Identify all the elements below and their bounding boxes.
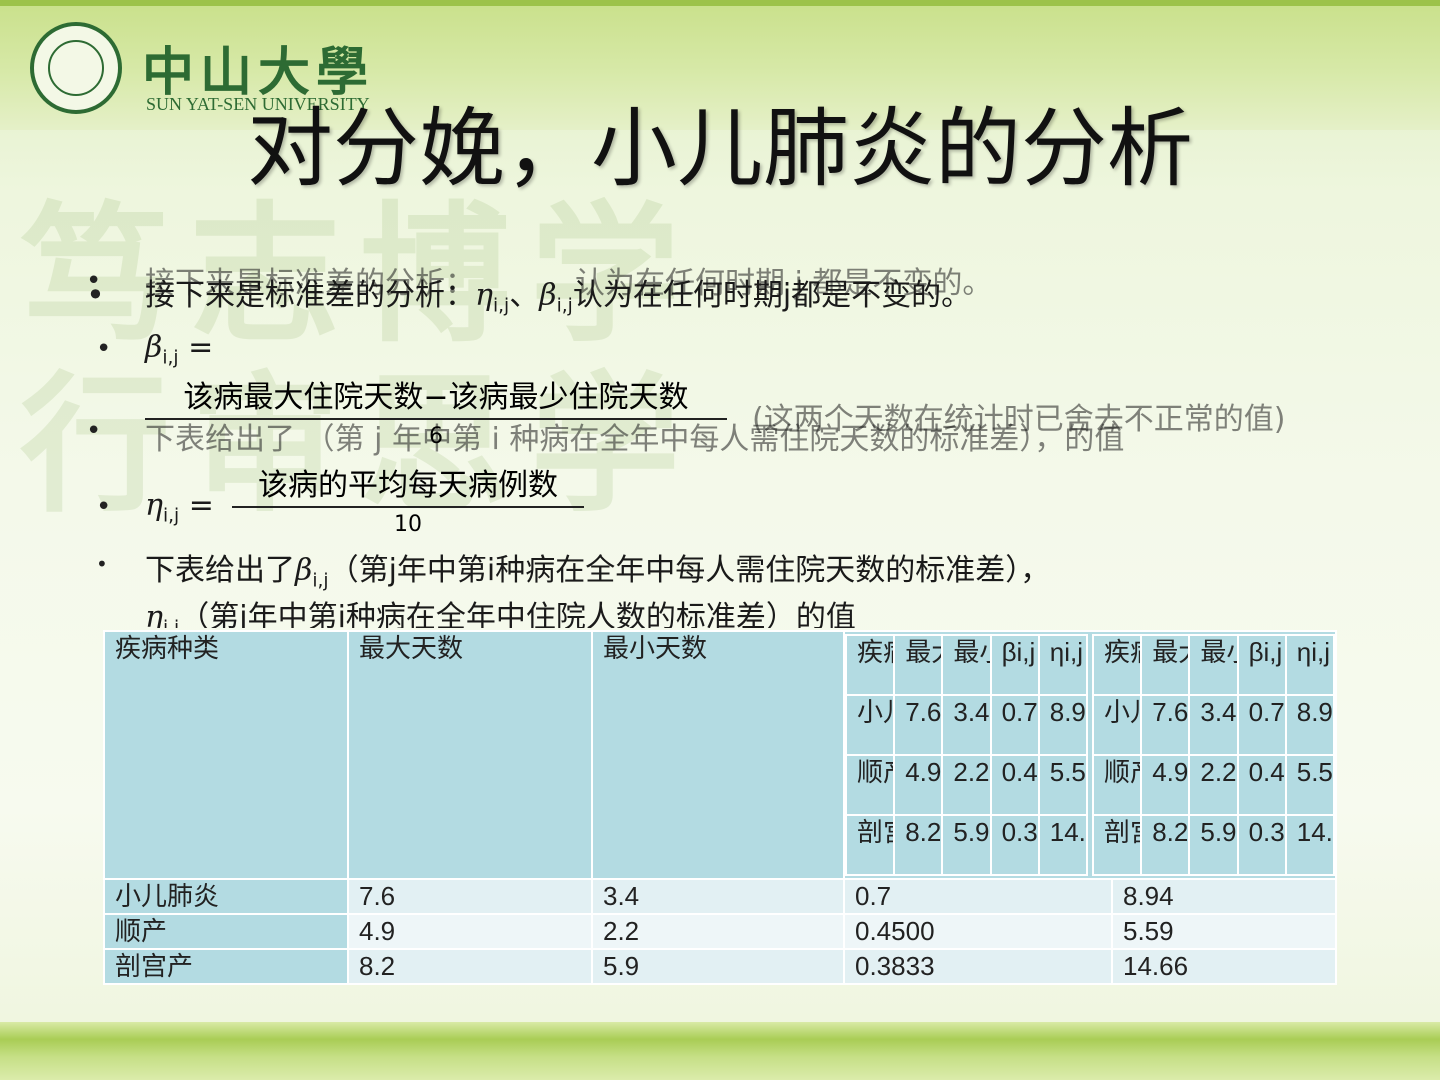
header-min-days: 最小天数 bbox=[591, 630, 845, 880]
beta-denominator: 6 bbox=[429, 424, 443, 449]
beta-label: βi,j = bbox=[145, 330, 213, 369]
beta-formula-symbol: β bbox=[145, 330, 163, 365]
beta-numerator: 该病最大住院天数−该病最少住院天数 bbox=[145, 372, 727, 420]
beta-subscript: i,j bbox=[556, 295, 573, 317]
intro-line: 接下来是标准差的分析：ηi,j、βi,j认为在任何时期j都是不变的。 bbox=[145, 270, 971, 317]
bullet-1: • bbox=[86, 276, 105, 314]
table-intro-c: （第j年中第i种病在全年中住院人数的标准差）的值 bbox=[179, 600, 856, 628]
mini-table-right: 疾病种类最大天数最小天数βi,jηi,j 小儿肺炎7.63.40.78.94 顺… bbox=[1091, 634, 1336, 876]
table-intro-b: （第j年中第i种病在全年中每人需住院天数的标准差）， bbox=[328, 553, 1051, 588]
bullet-4: • bbox=[96, 552, 108, 576]
disease-table: 疾病种类 最大天数 最小天数 疾病种类最大天数最小天数βi,jηi,j 小儿肺炎… bbox=[103, 630, 1337, 985]
beta-equals: = bbox=[188, 330, 214, 365]
min-days-value: 5.9 bbox=[591, 948, 845, 985]
beta-value: 0.4500 bbox=[843, 913, 1113, 950]
table-row: 小儿肺炎 7.6 3.4 0.7 8.94 bbox=[103, 878, 1337, 915]
min-days-value: 2.2 bbox=[591, 913, 845, 950]
table-intro-eta-sub: i,j bbox=[162, 617, 180, 629]
beta-value: 0.3833 bbox=[843, 948, 1113, 985]
eta-formula-symbol: η bbox=[145, 488, 163, 523]
header-top-line bbox=[0, 0, 1440, 6]
eta-label: ηi,j = bbox=[145, 488, 214, 527]
embedded-table-thumbnail: 疾病种类最大天数最小天数βi,jηi,j 小儿肺炎7.63.40.78.94 顺… bbox=[843, 630, 1337, 880]
bullet-3: • bbox=[96, 492, 112, 522]
table-intro-line-2: ηi,j（第j年中第i种病在全年中住院人数的标准差）的值 bbox=[145, 592, 856, 628]
footer-band bbox=[0, 1022, 1440, 1080]
max-days-value: 7.6 bbox=[347, 878, 593, 915]
table-row: 剖宫产 8.2 5.9 0.3833 14.66 bbox=[103, 948, 1337, 985]
table-intro-a: 下表给出了 bbox=[145, 553, 295, 588]
mini-table-left: 疾病种类最大天数最小天数βi,jηi,j 小儿肺炎7.63.40.78.94 顺… bbox=[844, 634, 1089, 876]
ghost-bullet-2: • bbox=[86, 416, 102, 446]
table-intro-eta: η bbox=[145, 600, 163, 628]
eta-numerator: 该病的平均每天病例数 bbox=[232, 460, 584, 508]
table-header-row: 疾病种类 最大天数 最小天数 疾病种类最大天数最小天数βi,jηi,j 小儿肺炎… bbox=[103, 630, 1337, 880]
eta-subscript: i,j bbox=[492, 295, 510, 317]
intro-text-b: 认为在任何时期j都是不变的。 bbox=[572, 278, 972, 313]
min-days-value: 3.4 bbox=[591, 878, 845, 915]
beta-formula-subscript: i,j bbox=[162, 347, 179, 369]
bullet-2: • bbox=[96, 334, 112, 364]
eta-denominator: 10 bbox=[394, 512, 422, 537]
eta-value: 8.94 bbox=[1111, 878, 1337, 915]
header-disease-type: 疾病种类 bbox=[103, 630, 349, 880]
disease-name: 小儿肺炎 bbox=[103, 878, 349, 915]
beta-value: 0.7 bbox=[843, 878, 1113, 915]
disease-name: 剖宫产 bbox=[103, 948, 349, 985]
eta-symbol: η bbox=[475, 278, 493, 313]
max-days-value: 8.2 bbox=[347, 948, 593, 985]
eta-equals: = bbox=[188, 488, 214, 523]
table-row: 顺产 4.9 2.2 0.4500 5.59 bbox=[103, 913, 1337, 950]
ghost-paren-note: (这两个天数在统计时已舍去不正常的值) bbox=[752, 402, 1286, 437]
eta-value: 14.66 bbox=[1111, 948, 1337, 985]
eta-value: 5.59 bbox=[1111, 913, 1337, 950]
disease-name: 顺产 bbox=[103, 913, 349, 950]
table-intro-beta-sub: i,j bbox=[312, 570, 329, 592]
separator: 、 bbox=[509, 278, 540, 313]
eta-formula-subscript: i,j bbox=[162, 505, 180, 527]
intro-text-a: 接下来是标准差的分析： bbox=[145, 278, 475, 313]
max-days-value: 4.9 bbox=[347, 913, 593, 950]
beta-symbol: β bbox=[539, 278, 557, 313]
beta-fraction: 该病最大住院天数−该病最少住院天数 6 bbox=[145, 372, 727, 449]
eta-fraction: 该病的平均每天病例数 10 bbox=[232, 460, 584, 537]
table-intro-beta: β bbox=[295, 553, 313, 588]
header-max-days: 最大天数 bbox=[347, 630, 593, 880]
table-intro-line-1: 下表给出了βi,j（第j年中第i种病在全年中每人需住院天数的标准差）， bbox=[145, 545, 1050, 592]
slide-title: 对分娩，小儿肺炎的分析 bbox=[247, 99, 1193, 199]
